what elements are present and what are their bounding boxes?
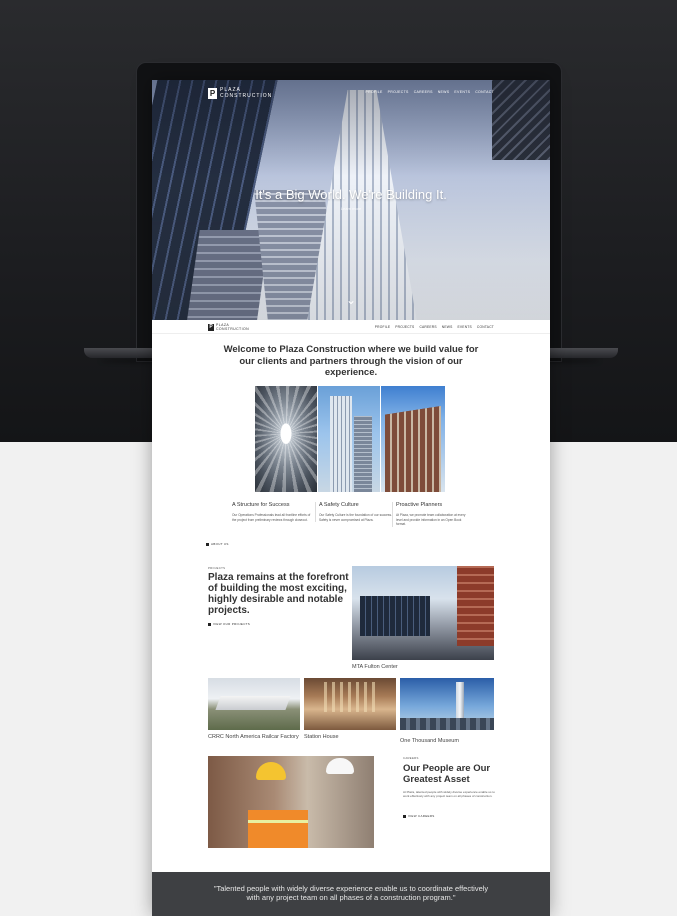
view-projects-label: VIEW OUR PROJECTS bbox=[213, 622, 251, 626]
people-heading: Our People are Our Greatest Asset bbox=[403, 763, 491, 785]
website-mockup: P PLAZA CONSTRUCTION PROFILE PROJECTS CA… bbox=[152, 80, 550, 916]
project-caption-one-thousand-museum[interactable]: One Thousand Museum bbox=[400, 738, 459, 744]
logo-small-line2: CONSTRUCTION bbox=[216, 327, 249, 331]
square-bullet-icon bbox=[208, 622, 211, 626]
header-nav-events[interactable]: EVENTS bbox=[458, 325, 472, 329]
chevron-down-icon[interactable]: ⌄ bbox=[344, 294, 358, 306]
feature-image-brick-building bbox=[381, 386, 445, 492]
project-image-station-house[interactable] bbox=[304, 678, 396, 730]
header-nav-contact[interactable]: CONTACT bbox=[477, 325, 494, 329]
feature-image-oculus bbox=[255, 386, 317, 492]
hero-subtitle-link[interactable]: Learn more bbox=[152, 206, 550, 211]
hero-nav-projects[interactable]: PROJECTS bbox=[388, 90, 409, 94]
hero-section: P PLAZA CONSTRUCTION PROFILE PROJECTS CA… bbox=[152, 80, 550, 320]
hero-nav: PROFILE PROJECTS CAREERS NEWS EVENTS CON… bbox=[366, 90, 494, 94]
project-caption-crrc[interactable]: CRRC North America Railcar Factory bbox=[208, 734, 299, 740]
feature-structure: A Structure for Success Our Operations P… bbox=[232, 502, 312, 522]
safety-vest bbox=[248, 810, 308, 848]
hero-nav-contact[interactable]: CONTACT bbox=[475, 90, 494, 94]
project-image-mta-fulton[interactable] bbox=[352, 566, 494, 660]
quote-banner: "Talented people with widely diverse exp… bbox=[152, 872, 550, 916]
view-projects-link[interactable]: VIEW OUR PROJECTS bbox=[208, 622, 250, 626]
logo-text: PLAZA CONSTRUCTION bbox=[220, 87, 280, 99]
feature-text: Our Safety Culture is the foundation of … bbox=[319, 513, 392, 522]
hero-nav-news[interactable]: NEWS bbox=[438, 90, 450, 94]
feature-title: A Safety Culture bbox=[319, 502, 359, 508]
feature-text: At Plaza, we promote team collaboration … bbox=[396, 513, 466, 526]
hero-nav-careers[interactable]: CAREERS bbox=[414, 90, 433, 94]
about-us-label: ABOUT US bbox=[211, 542, 229, 546]
feature-title: A Structure for Success bbox=[232, 502, 290, 508]
logo-mark: P bbox=[208, 87, 217, 99]
header-nav-news[interactable]: NEWS bbox=[442, 325, 453, 329]
projects-heading: Plaza remains at the forefront of buildi… bbox=[208, 572, 349, 616]
project-caption-station-house[interactable]: Station House bbox=[304, 734, 339, 740]
quote-text: "Talented people with widely diverse exp… bbox=[213, 884, 489, 902]
project-image-crrc[interactable] bbox=[208, 678, 300, 730]
square-bullet-icon bbox=[206, 542, 209, 546]
header-nav-careers[interactable]: CAREERS bbox=[419, 325, 436, 329]
header-nav: PROFILE PROJECTS CAREERS NEWS EVENTS CON… bbox=[375, 325, 494, 329]
feature-planners: Proactive Planners At Plaza, we promote … bbox=[392, 502, 472, 527]
hero-logo[interactable]: P PLAZA CONSTRUCTION bbox=[208, 87, 280, 99]
project-caption-mta-fulton[interactable]: MTA Fulton Center bbox=[352, 664, 398, 670]
feature-safety: A Safety Culture Our Safety Culture is t… bbox=[315, 502, 395, 522]
hero-title: It's a Big World. We're Building It. bbox=[255, 187, 447, 202]
project-image-one-thousand-museum[interactable] bbox=[400, 678, 494, 730]
feature-text: Our Operations Professionals lead all fr… bbox=[232, 513, 311, 522]
header-nav-profile[interactable]: PROFILE bbox=[375, 325, 391, 329]
projects-label: PROJECTS bbox=[208, 566, 226, 570]
feature-title: Proactive Planners bbox=[396, 502, 443, 508]
square-bullet-icon bbox=[403, 814, 406, 818]
hero-nav-profile[interactable]: PROFILE bbox=[366, 90, 383, 94]
hero-nav-events[interactable]: EVENTS bbox=[454, 90, 470, 94]
welcome-heading: Welcome to Plaza Construction where we b… bbox=[223, 344, 479, 378]
feature-image-tower bbox=[318, 386, 380, 492]
logo-line2: CONSTRUCTION bbox=[220, 93, 273, 99]
vest-stripe bbox=[248, 820, 308, 823]
people-text: At Plaza, talented people with widely di… bbox=[403, 790, 495, 799]
careers-label: CAREERS bbox=[403, 756, 419, 760]
view-careers-link[interactable]: VIEW CAREERS bbox=[403, 814, 435, 818]
about-us-link[interactable]: ABOUT US bbox=[206, 542, 229, 546]
view-careers-label: VIEW CAREERS bbox=[408, 814, 435, 818]
logo-text-small: PLAZA CONSTRUCTION bbox=[216, 323, 256, 331]
logo-mark-small: P bbox=[208, 323, 214, 331]
sticky-header: P PLAZA CONSTRUCTION PROFILE PROJECTS CA… bbox=[152, 320, 550, 334]
header-logo[interactable]: P PLAZA CONSTRUCTION bbox=[208, 323, 256, 331]
header-nav-projects[interactable]: PROJECTS bbox=[395, 325, 414, 329]
